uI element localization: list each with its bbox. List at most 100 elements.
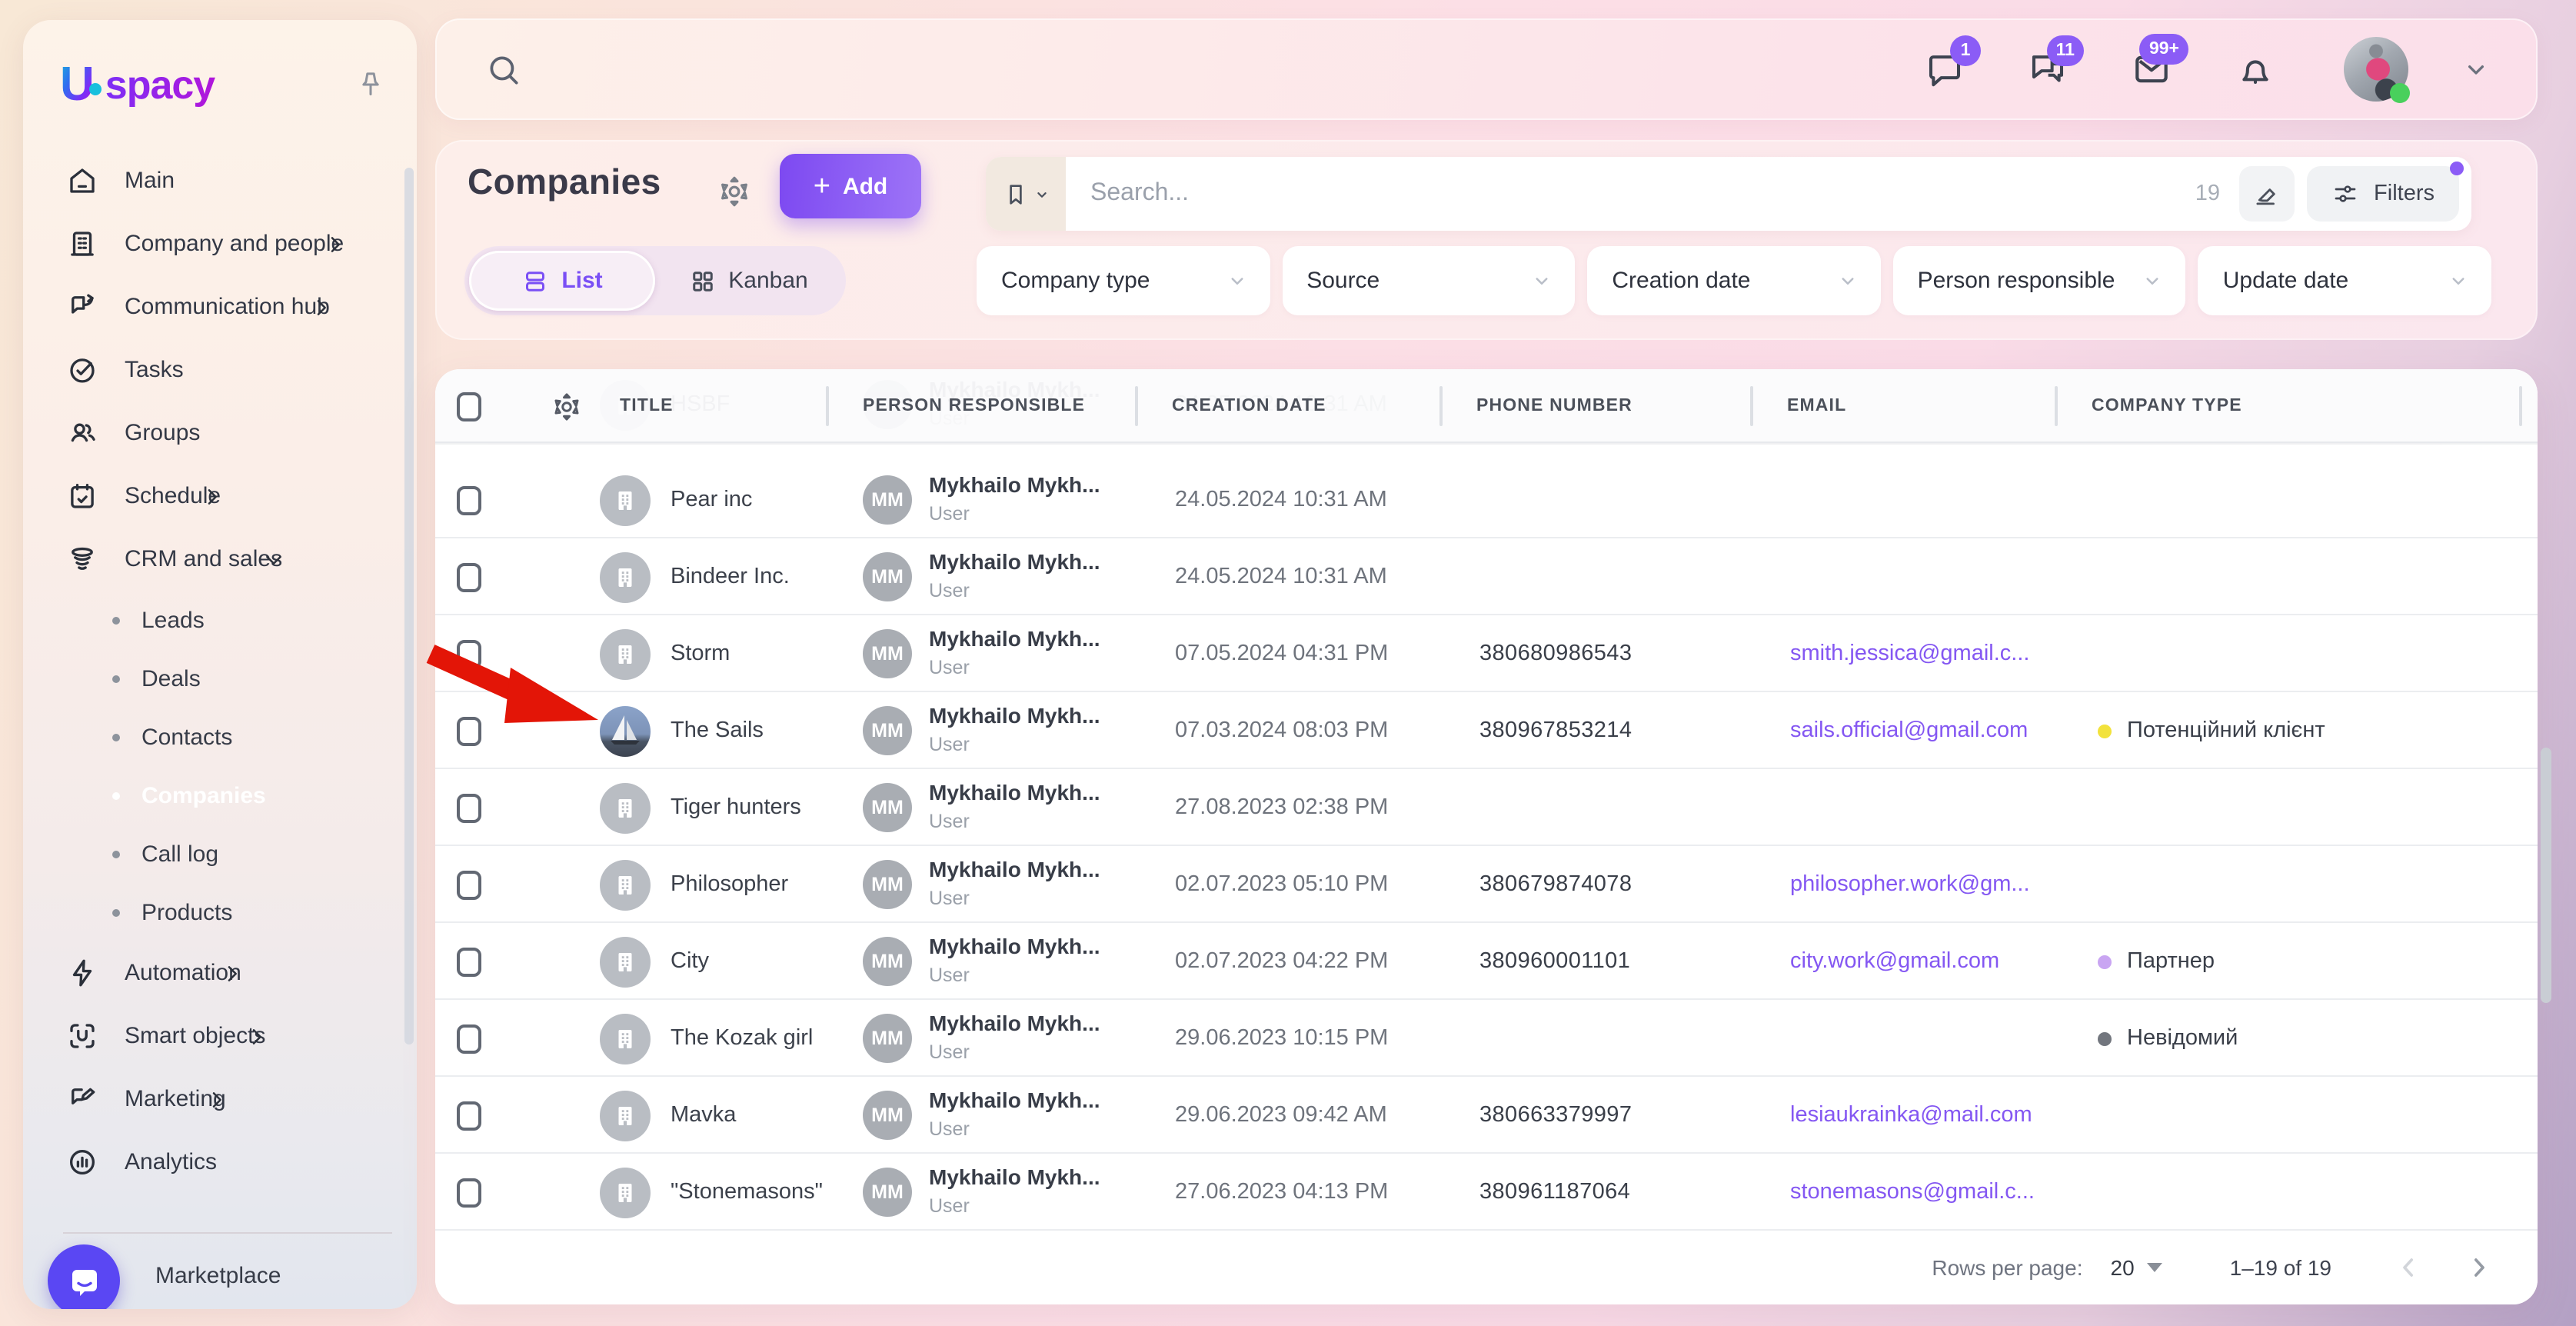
row-checkbox[interactable] xyxy=(457,716,481,745)
profile-chevron-down-icon[interactable] xyxy=(2461,54,2491,85)
select-all-checkbox[interactable] xyxy=(457,391,481,421)
company-title[interactable]: Storm xyxy=(671,641,730,666)
company-title[interactable]: The Sails xyxy=(671,718,764,743)
person-role: User xyxy=(929,657,970,678)
table-row[interactable]: Tiger hunters MM Mykhailo Mykh... User 2… xyxy=(435,769,2538,846)
search-input[interactable] xyxy=(1066,180,2195,208)
mail-badge: 99+ xyxy=(2140,34,2188,65)
person-name: Mykhailo Mykh... xyxy=(929,934,1100,958)
company-title[interactable]: The Kozak girl xyxy=(671,1026,813,1051)
company-title[interactable]: Philosopher xyxy=(671,872,788,897)
sidebar-item-groups[interactable]: Groups xyxy=(23,401,417,465)
sidebar-item-smart-objects[interactable]: Smart objects xyxy=(23,1004,417,1068)
row-checkbox[interactable] xyxy=(457,1101,481,1130)
view-toggle-kanban[interactable]: Kanban xyxy=(655,251,841,311)
row-checkbox[interactable] xyxy=(457,639,481,668)
pagination-prev-icon[interactable] xyxy=(2393,1252,2424,1283)
sidebar-item-deals[interactable]: Deals xyxy=(23,649,417,708)
global-search-icon[interactable] xyxy=(484,50,523,88)
sidebar-item-analytics[interactable]: Analytics xyxy=(23,1131,417,1194)
table-row[interactable]: City MM Mykhailo Mykh... User 02.07.2023… xyxy=(435,923,2538,1000)
uspacy-logo: Uspacy xyxy=(60,57,215,112)
sidebar-item-schedule[interactable]: Schedule xyxy=(23,465,417,528)
group-chats-icon[interactable]: 11 xyxy=(2027,48,2068,90)
filter-chip-person-responsible[interactable]: Person responsible xyxy=(1893,246,2186,315)
sidebar-item-communication-hub[interactable]: Communication hub xyxy=(23,275,417,338)
sidebar-item-contacts[interactable]: Contacts xyxy=(23,708,417,766)
company-title[interactable]: "Stonemasons" xyxy=(671,1180,823,1204)
email-link[interactable]: stonemasons@gmail.c... xyxy=(1790,1180,2035,1204)
table-row[interactable]: The Sails MM Mykhailo Mykh... User 07.03… xyxy=(435,692,2538,769)
company-title[interactable]: Tiger hunters xyxy=(671,795,801,820)
mail-icon[interactable]: 99+ xyxy=(2130,48,2173,91)
plus-icon: + xyxy=(814,172,830,201)
pin-sidebar-icon[interactable] xyxy=(355,69,386,100)
table-row[interactable]: Philosopher MM Mykhailo Mykh... User 02.… xyxy=(435,846,2538,923)
row-checkbox[interactable] xyxy=(457,1024,481,1053)
column-header-email[interactable]: EMAIL xyxy=(1750,369,2055,443)
rows-per-page-select[interactable]: 20 xyxy=(2111,1255,2162,1280)
sidebar-item-marketing[interactable]: Marketing xyxy=(23,1068,417,1131)
chevron-right-icon xyxy=(196,480,228,512)
sidebar-item-companies[interactable]: Companies xyxy=(23,766,417,825)
pagination-next-icon[interactable] xyxy=(2464,1252,2494,1283)
column-header-phone-number[interactable]: PHONE NUMBER xyxy=(1439,369,1750,443)
table-row[interactable]: Storm MM Mykhailo Mykh... User 07.05.202… xyxy=(435,615,2538,692)
notifications-bell-icon[interactable] xyxy=(2235,48,2276,90)
sidebar-item-label: Groups xyxy=(125,420,200,446)
row-checkbox[interactable] xyxy=(457,1178,481,1207)
company-title[interactable]: Bindeer Inc. xyxy=(671,565,790,589)
page-settings-gear-icon[interactable] xyxy=(717,174,752,209)
column-header-person-responsible[interactable]: PERSON RESPONSIBLE xyxy=(826,369,1135,443)
sidebar-item-crm-and-sales[interactable]: CRM and sales xyxy=(23,528,417,591)
table-row[interactable]: The Kozak girl MM Mykhailo Mykh... User … xyxy=(435,1000,2538,1077)
email-link[interactable]: city.work@gmail.com xyxy=(1790,949,1999,974)
chat-icon[interactable]: 1 xyxy=(1924,48,1965,90)
email-link[interactable]: smith.jessica@gmail.c... xyxy=(1790,641,2029,666)
sidebar-item-call-log[interactable]: Call log xyxy=(23,825,417,883)
view-toggle-list[interactable]: List xyxy=(469,251,655,311)
row-checkbox[interactable] xyxy=(457,562,481,591)
sidebar-item-tasks[interactable]: Tasks xyxy=(23,338,417,401)
email-link[interactable]: sails.official@gmail.com xyxy=(1790,718,2028,743)
phone-number: 380680986543 xyxy=(1479,641,1632,666)
column-header-company-type[interactable]: COMPANY TYPE xyxy=(2055,369,2538,443)
email-link[interactable]: philosopher.work@gm... xyxy=(1790,872,2030,897)
row-checkbox[interactable] xyxy=(457,485,481,515)
analytics-icon xyxy=(66,1146,98,1178)
row-checkbox[interactable] xyxy=(457,947,481,976)
sidebar-item-products[interactable]: Products xyxy=(23,883,417,941)
filter-chip-creation-date[interactable]: Creation date xyxy=(1587,246,1880,315)
filter-chip-company-type[interactable]: Company type xyxy=(977,246,1270,315)
filter-chip-source[interactable]: Source xyxy=(1282,246,1575,315)
sidebar-item-main[interactable]: Main xyxy=(23,149,417,212)
company-title[interactable]: Mavka xyxy=(671,1103,736,1128)
row-checkbox[interactable] xyxy=(457,870,481,899)
sidebar-item-company-and-people[interactable]: Company and people xyxy=(23,212,417,275)
sidebar-scrollbar[interactable] xyxy=(404,168,414,1044)
column-header-creation-date[interactable]: CREATION DATE xyxy=(1135,369,1439,443)
clear-search-eraser-icon[interactable] xyxy=(2238,166,2294,222)
support-chat-bubble[interactable] xyxy=(48,1244,120,1309)
columns-settings-gear-icon[interactable] xyxy=(551,390,583,422)
filter-chip-update-date[interactable]: Update date xyxy=(2198,246,2491,315)
saved-filters-bookmark-button[interactable] xyxy=(986,157,1066,231)
creation-date: 24.05.2024 10:31 AM xyxy=(1175,488,1387,512)
column-header-title[interactable]: TITLE xyxy=(620,397,674,415)
sidebar-item-automation[interactable]: Automation xyxy=(23,941,417,1004)
table-row[interactable]: "Stonemasons" MM Mykhailo Mykh... User 2… xyxy=(435,1154,2538,1231)
sidebar-item-leads[interactable]: Leads xyxy=(23,591,417,649)
company-title[interactable]: City xyxy=(671,949,709,974)
email-link[interactable]: lesiaukrainka@mail.com xyxy=(1790,1103,2032,1128)
company-avatar-building-icon xyxy=(600,782,651,833)
filters-active-dot xyxy=(2450,162,2464,175)
table-row[interactable]: Pear inc MM Mykhailo Mykh... User 24.05.… xyxy=(435,461,2538,538)
add-company-button[interactable]: + Add xyxy=(780,154,921,218)
company-title[interactable]: Pear inc xyxy=(671,488,752,512)
table-row[interactable]: Mavka MM Mykhailo Mykh... User 29.06.202… xyxy=(435,1077,2538,1154)
filters-button[interactable]: Filters xyxy=(2306,166,2459,222)
table-row[interactable]: Bindeer Inc. MM Mykhailo Mykh... User 24… xyxy=(435,538,2538,615)
content-scrollbar[interactable] xyxy=(2541,748,2551,1003)
user-avatar[interactable] xyxy=(2344,37,2408,102)
row-checkbox[interactable] xyxy=(457,793,481,822)
